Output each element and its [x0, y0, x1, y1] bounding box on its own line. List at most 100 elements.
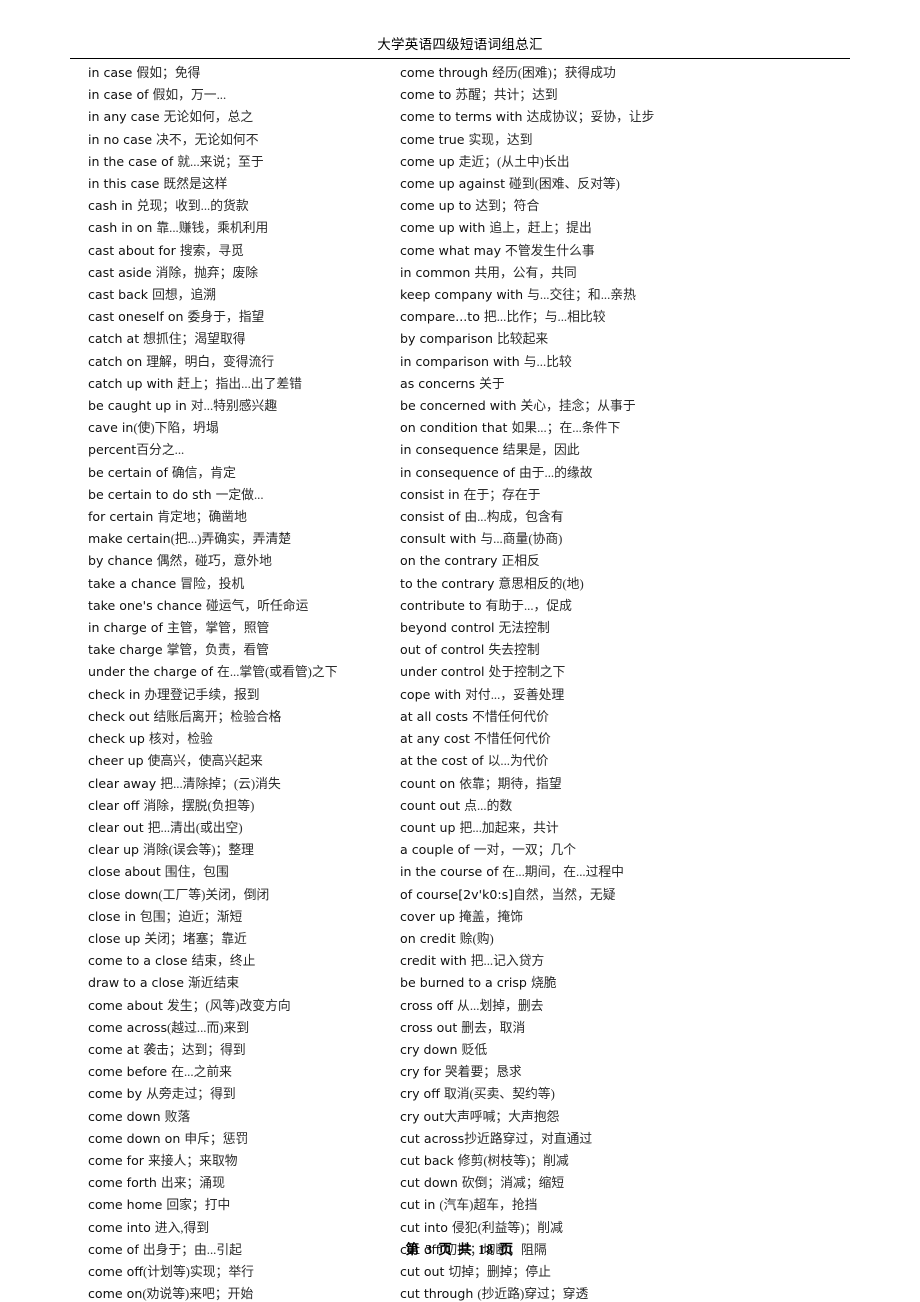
phrase-english: in charge of — [88, 620, 163, 636]
phrase-entry: come up with 追上，赶上；提出 — [400, 217, 830, 239]
phrase-english: consult with — [400, 531, 477, 547]
phrase-english: check up — [88, 731, 145, 747]
phrase-chinese: 围住，包围 — [164, 865, 229, 880]
phrase-chinese: 从旁走过；得到 — [146, 1087, 236, 1102]
phrase-chinese: 不管发生什么事 — [505, 243, 595, 258]
phrase-entry: as concerns 关于 — [400, 373, 830, 395]
phrase-english: in case of — [88, 87, 149, 103]
phrase-entry: of course[2v'k0:s]自然，当然，无疑 — [400, 884, 830, 906]
phrase-entry: make certain(把...)弄确实，弄清楚 — [88, 528, 396, 550]
phrase-chinese: 意思相反的(地) — [498, 576, 584, 591]
phrase-entry: count on 依靠；期待，指望 — [400, 773, 830, 795]
phrase-entry: come for 来接人；来取物 — [88, 1150, 396, 1172]
phrase-chinese: 侵犯(利益等)；削减 — [451, 1220, 563, 1235]
phrase-chinese: 把...比作；与...相比较 — [483, 310, 606, 325]
phrase-entry: beyond control 无法控制 — [400, 617, 830, 639]
phrase-chinese: 在...之前来 — [171, 1065, 232, 1080]
phrase-chinese: 对...特别感兴趣 — [190, 399, 278, 414]
phrase-chinese: 有助于...，促成 — [485, 598, 572, 613]
phrase-entry: consult with 与...商量(协商) — [400, 528, 830, 550]
phrase-entry: cash in 兑现；收到...的货款 — [88, 195, 396, 217]
left-column: in case 假如；免得 in case of 假如，万一... in any cas… — [0, 62, 400, 1302]
phrase-entry: in no case 决不，无论如何不 — [88, 129, 396, 151]
phrase-chinese: 关于 — [479, 376, 505, 391]
phrase-chinese: 确信，肯定 — [171, 465, 236, 480]
phrase-entry: compare...to 把...比作；与...相比较 — [400, 306, 830, 328]
phrase-english: come true — [400, 131, 465, 147]
phrase-entry: cut back 修剪(树枝等)；削减 — [400, 1150, 830, 1172]
phrase-chinese: 无法控制 — [498, 621, 550, 636]
phrase-english: as concerns — [400, 375, 476, 391]
phrase-entry: cast aside 消除，抛弃；废除 — [88, 262, 396, 284]
phrase-english: cover up — [400, 908, 455, 924]
phrase-english: come off — [88, 1263, 144, 1279]
phrase-entry: cheer up 使高兴，使高兴起来 — [88, 750, 396, 772]
phrase-chinese: 赊(购) — [459, 931, 494, 946]
phrase-entry: under control 处于控制之下 — [400, 661, 830, 683]
phrase-entry: cut down 砍倒；消减；缩短 — [400, 1172, 830, 1194]
phrase-english: cut into — [400, 1219, 448, 1235]
phrase-entry: come home 回家；打中 — [88, 1194, 396, 1216]
phrase-english: in consequence of — [400, 464, 515, 480]
phrase-english: in the case of — [88, 153, 174, 169]
phrase-english: close up — [88, 930, 141, 946]
phrase-english: by comparison — [400, 331, 493, 347]
phrase-english: close in — [88, 908, 136, 924]
phrase-chinese: (劝说等)来吧；开始 — [142, 1287, 254, 1302]
phrase-chinese: 贬低 — [461, 1042, 488, 1057]
phrase-entry: take a chance 冒险，投机 — [88, 573, 396, 595]
phrase-chinese: 烧脆 — [530, 976, 557, 991]
phrase-english: in case — [88, 65, 133, 80]
phrase-chinese: 渐近结束 — [188, 976, 240, 991]
phrase-english: at any cost — [400, 731, 470, 747]
phrase-chinese: 碰到(困难、反对等) — [509, 177, 620, 192]
phrase-english: keep company with — [400, 287, 524, 303]
phrase-chinese: 如果...；在...条件下 — [511, 421, 621, 436]
phrase-english: come to a close — [88, 953, 188, 969]
phrase-english: cut down — [400, 1175, 458, 1191]
phrase-english: clear up — [88, 842, 140, 858]
phrase-chinese: (汽车)超车，抢挡 — [439, 1198, 538, 1213]
phrase-chinese: 大声呼喊；大声抱怨 — [444, 1109, 560, 1124]
phrase-chinese: 由...构成，包含有 — [464, 510, 564, 525]
phrase-chinese: 消除(误会等)；整理 — [143, 843, 254, 858]
phrase-entry: cry off 取消(买卖、契约等) — [400, 1083, 830, 1105]
phrase-english: come up with — [400, 220, 486, 236]
phrase-entry: be burned to a crisp 烧脆 — [400, 972, 830, 994]
phrase-chinese: 修剪(树枝等)；削减 — [457, 1153, 569, 1168]
phrase-english: count out — [400, 797, 461, 813]
phrase-entry: contribute to 有助于...，促成 — [400, 595, 830, 617]
phrase-english: cry out — [400, 1108, 445, 1124]
phrase-chinese: (越过...而)来到 — [167, 1020, 250, 1035]
phrase-english: come forth — [88, 1175, 157, 1191]
phrase-entry: cut through (抄近路)穿过；穿透 — [400, 1283, 830, 1302]
phrase-chinese: (抄近路)穿过；穿透 — [477, 1287, 589, 1302]
phrase-chinese: 在...掌管(或看管)之下 — [217, 665, 338, 680]
phrase-chinese: 肯定地；确凿地 — [157, 510, 247, 525]
phrase-entry: at any cost 不惜任何代价 — [400, 728, 830, 750]
phrase-chinese: 委身于，指望 — [187, 310, 265, 325]
phrase-english: come down — [88, 1108, 161, 1124]
phrase-english: for certain — [88, 509, 154, 525]
phrase-chinese: 赶上；指出...出了差错 — [177, 376, 302, 391]
phrase-chinese: 想抓住；渴望取得 — [143, 332, 246, 347]
phrase-entry: cut across抄近路穿过，对直通过 — [400, 1128, 830, 1150]
phrase-chinese: 实现，达到 — [468, 132, 533, 147]
phrase-english: come on — [88, 1286, 143, 1302]
phrase-english: clear out — [88, 819, 144, 835]
phrase-english: on the contrary — [400, 553, 498, 569]
phrase-chinese: 结果是，因此 — [502, 443, 580, 458]
phrase-english: cheer up — [88, 753, 144, 769]
phrase-chinese: 主管，掌管，照管 — [166, 621, 270, 636]
phrase-entry: be certain to do sth 一定做... — [88, 484, 396, 506]
phrase-english: cut across — [400, 1130, 465, 1146]
phrase-chinese: 袭击；达到；得到 — [143, 1042, 246, 1057]
phrase-english: come through — [400, 65, 489, 80]
phrase-english: come by — [88, 1086, 143, 1102]
phrase-english: clear off — [88, 797, 140, 813]
phrase-english: to the contrary — [400, 575, 495, 591]
phrase-entry: in the case of 就...来说；至于 — [88, 151, 396, 173]
phrase-english: count on — [400, 775, 456, 791]
phrase-chinese: 申斥；惩罚 — [184, 1131, 249, 1146]
phrase-english: check out — [88, 708, 150, 724]
